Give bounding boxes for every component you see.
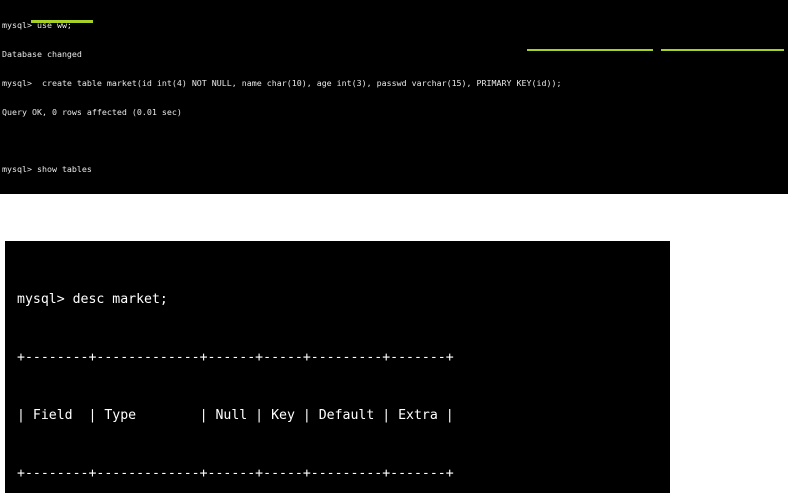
terminal-line-command: mysql> desc market; <box>17 291 168 307</box>
terminal-line: Query OK, 0 rows affected (0.01 sec) <box>2 106 182 117</box>
terminal-line: Database changed <box>2 48 82 59</box>
terminal-window-bottom[interactable]: mysql> desc market; +--------+----------… <box>5 241 670 493</box>
table-header-row: | Field | Type | Null | Key | Default | … <box>17 408 454 424</box>
terminal-line: mysql> use ww; <box>2 20 72 31</box>
table-border-header: +--------+-------------+------+-----+---… <box>17 466 454 482</box>
terminal-line: mysql> show tables <box>2 164 92 175</box>
table-border-top: +--------+-------------+------+-----+---… <box>17 350 454 366</box>
terminal-window-top[interactable]: mysql> use ww; Database changed mysql> c… <box>0 0 788 194</box>
terminal-line: mysql> create table market(id int(4) NOT… <box>2 77 562 88</box>
